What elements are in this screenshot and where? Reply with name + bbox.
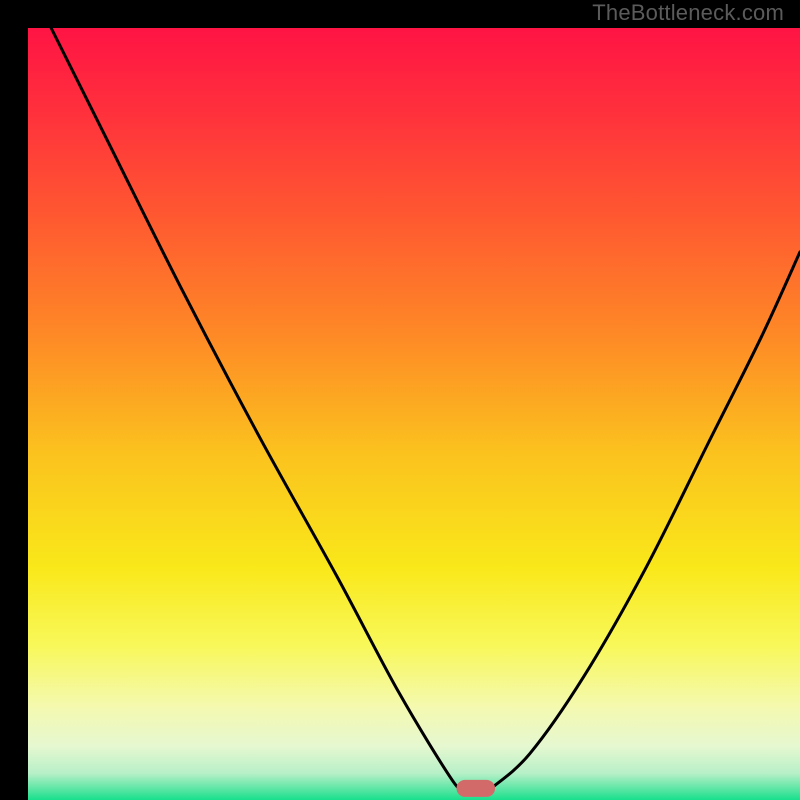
optimal-marker bbox=[456, 780, 495, 797]
gradient-background bbox=[28, 28, 800, 800]
plot-frame bbox=[14, 14, 786, 786]
watermark-text: TheBottleneck.com bbox=[592, 0, 784, 26]
bottleneck-plot bbox=[28, 28, 800, 800]
